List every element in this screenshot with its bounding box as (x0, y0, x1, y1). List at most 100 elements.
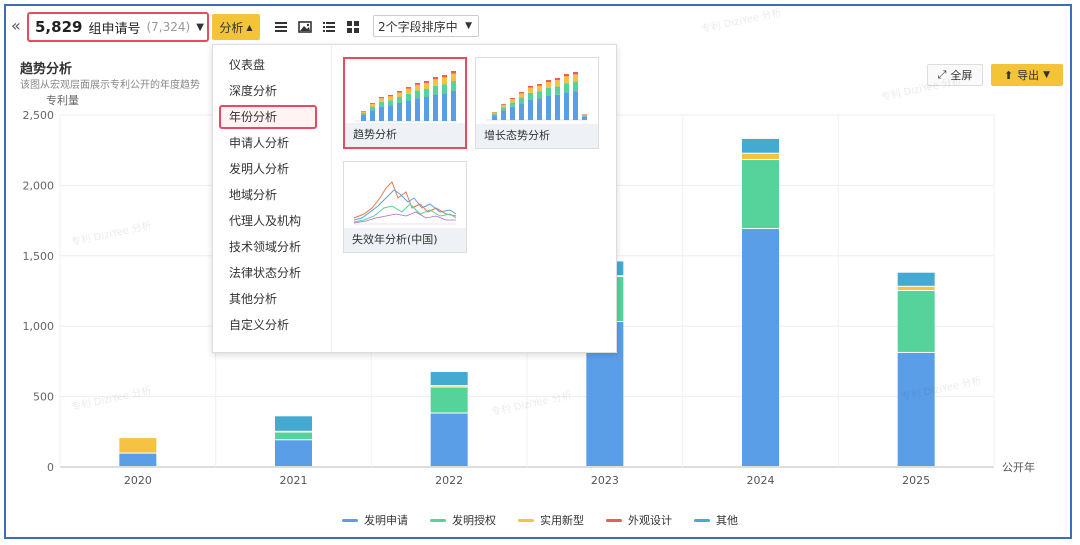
thumb-bar (442, 75, 447, 78)
bar-segment (275, 432, 312, 440)
legend-label: 其他 (716, 514, 738, 527)
y-tick-label: 0 (47, 461, 54, 474)
thumb-bar (451, 71, 456, 74)
thumb-bar (537, 91, 542, 99)
bar-segment (275, 416, 312, 431)
thumb-bar (388, 96, 393, 101)
thumb-bar (546, 82, 551, 88)
menu-item[interactable]: 法律状态分析 (219, 261, 317, 285)
legend-item[interactable]: 发明申请 (342, 512, 408, 528)
legend-label: 发明授权 (452, 514, 496, 527)
legend-swatch (430, 518, 446, 522)
thumb-bar (528, 99, 533, 120)
y-tick-label: 2,500 (23, 109, 55, 122)
bar-segment (275, 440, 312, 466)
thumb-bar (379, 98, 384, 102)
thumb-bar (573, 81, 578, 92)
menu-item[interactable]: 代理人及机构 (219, 209, 317, 233)
thumb-bar (451, 73, 456, 81)
bar-segment (897, 286, 935, 290)
bar-segment (897, 272, 935, 286)
bar-segment (119, 438, 157, 453)
bar-segment (742, 229, 779, 466)
thumb-bar (537, 98, 542, 120)
x-axis-label: 公开年 (1002, 460, 1035, 474)
x-tick-label: 2021 (280, 474, 308, 487)
thumb-bar (528, 87, 533, 93)
thumb-bar (361, 111, 366, 113)
legend-item[interactable]: 发明授权 (430, 512, 496, 528)
thumb-bar (388, 105, 393, 121)
y-tick-label: 1,000 (23, 320, 55, 333)
thumb-bar (397, 91, 402, 93)
thumb-bar (519, 103, 524, 120)
thumb-bar (546, 88, 551, 96)
thumb-bar (442, 77, 447, 85)
menu-item[interactable]: 自定义分析 (219, 313, 317, 337)
thumb-bar (442, 93, 447, 121)
thumb-bar (370, 110, 375, 121)
bar-segment (742, 153, 779, 160)
legend-swatch (518, 518, 534, 522)
card-growth-analysis[interactable]: 增长态势分析 (475, 57, 599, 149)
line-chart-thumbnail-icon (353, 181, 457, 225)
thumb-bar (433, 94, 438, 121)
growth-thumbnail-icon (486, 72, 588, 121)
x-tick-label: 2024 (747, 474, 775, 487)
card-trend-analysis[interactable]: 趋势分析 (343, 57, 467, 149)
legend-item[interactable]: 实用新型 (518, 512, 584, 528)
thumb-bar (433, 79, 438, 86)
x-tick-label: 2023 (591, 474, 619, 487)
thumb-bar (415, 83, 420, 85)
thumb-bar (510, 102, 515, 107)
thumb-bar (573, 74, 578, 82)
thumb-bar (424, 89, 429, 97)
thumb-bar (406, 93, 411, 101)
menu-item[interactable]: 深度分析 (219, 79, 317, 103)
thumb-bar (388, 95, 393, 97)
legend-label: 外观设计 (628, 514, 672, 527)
thumb-bar (573, 72, 578, 75)
legend-item[interactable]: 外观设计 (606, 512, 672, 528)
thumb-bar (519, 92, 524, 94)
thumb-bar (501, 104, 506, 105)
thumb-bar (433, 85, 438, 95)
trend-thumbnail-icon (355, 71, 457, 122)
thumb-bar (546, 80, 551, 82)
menu-item[interactable]: 技术领域分析 (219, 235, 317, 259)
menu-item[interactable]: 申请人分析 (219, 131, 317, 155)
menu-item[interactable]: 仪表盘 (219, 53, 317, 77)
bar-segment (897, 352, 935, 466)
menu-item[interactable]: 发明人分析 (219, 157, 317, 181)
thumb-bar (564, 83, 569, 93)
thumb-bar (528, 92, 533, 100)
thumb-bar (492, 115, 497, 120)
thumb-bar (501, 104, 506, 108)
y-tick-label: 2,000 (23, 179, 55, 192)
thumb-bar (388, 100, 393, 106)
thumb-bar (442, 84, 447, 94)
menu-item[interactable]: 地域分析 (219, 183, 317, 207)
thumb-bar (573, 91, 578, 120)
thumb-bar (537, 84, 542, 86)
thumb-bar (492, 112, 497, 114)
thumb-bar (510, 106, 515, 120)
bar-segment (430, 387, 468, 413)
legend-item[interactable]: 其他 (694, 512, 738, 528)
menu-item[interactable]: 年份分析 (219, 105, 317, 129)
thumb-bar (537, 85, 542, 92)
card-expiry-analysis[interactable]: 失效年分析(中国) (343, 161, 467, 253)
thumb-bar (406, 87, 411, 89)
thumb-bar (582, 115, 587, 117)
thumb-bar (406, 100, 411, 121)
x-tick-label: 2022 (435, 474, 463, 487)
thumb-bar (582, 114, 587, 116)
thumb-bar (555, 80, 560, 87)
thumb-bar (415, 84, 420, 91)
bar-segment (742, 138, 779, 153)
thumb-bar (379, 101, 384, 107)
menu-item[interactable]: 其他分析 (219, 287, 317, 311)
legend-label: 发明申请 (364, 514, 408, 527)
card-caption: 趋势分析 (345, 123, 465, 147)
analysis-category-list: 仪表盘 深度分析 年份分析 申请人分析 发明人分析 地域分析 代理人及机构 技术领域分析 法律状… (213, 45, 332, 352)
